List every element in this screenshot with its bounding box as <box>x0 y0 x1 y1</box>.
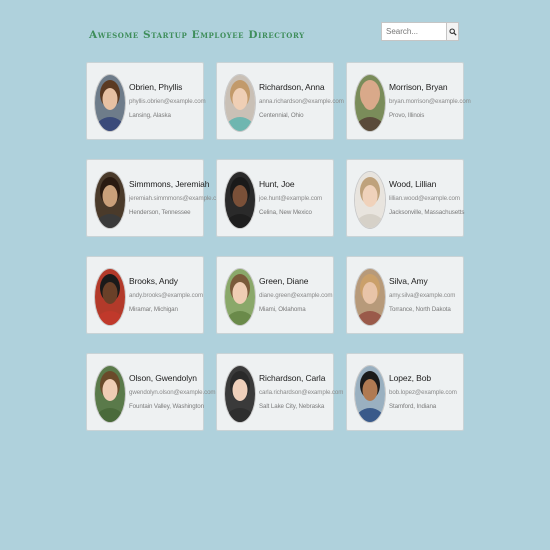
magnifier-icon <box>448 27 457 36</box>
employee-location: Centennial, Ohio <box>259 112 304 119</box>
employee-location: Stamford, Indiana <box>389 403 437 410</box>
employee-card[interactable]: Brooks, Andy andy.brooks@example.com Miram… <box>86 256 204 334</box>
employee-avatar <box>224 268 256 326</box>
employee-name: Silva, Amy <box>389 276 428 286</box>
employee-info: Olson, Gwendolyn gwendolyn.olson@example.… <box>129 373 216 411</box>
employee-info: Morrison, Bryan bryan.morrison@example.co… <box>389 82 471 120</box>
employee-card[interactable]: Lopez, Bob bob.lopez@example.com Stamford,… <box>346 353 464 431</box>
employee-grid: Obrien, Phyllis phyllis.obrien@example.co… <box>86 62 471 431</box>
employee-name: Morrison, Bryan <box>389 82 448 92</box>
employee-avatar <box>354 74 386 132</box>
employee-email: carla.richardson@example.com <box>259 389 344 396</box>
employee-card[interactable]: Olson, Gwendolyn gwendolyn.olson@example.… <box>86 353 216 431</box>
employee-info: Richardson, Anna anna.richardson@example.… <box>259 82 344 120</box>
employee-avatar <box>94 74 126 132</box>
employee-email: jeremiah.simmmons@example.com <box>129 195 225 202</box>
employee-location: Celina, New Mexico <box>259 209 312 216</box>
employee-card[interactable]: Obrien, Phyllis phyllis.obrien@example.co… <box>86 62 206 140</box>
employee-location: Henderson, Tennessee <box>129 209 191 216</box>
employee-card[interactable]: Simmmons, Jeremiah jeremiah.simmmons@exam… <box>86 159 225 237</box>
employee-email: amy.silva@example.com <box>389 292 456 299</box>
search-button[interactable] <box>447 22 459 41</box>
employee-card[interactable]: Silva, Amy amy.silva@example.com Torrance,… <box>346 256 464 334</box>
page-title: Awesome Startup Employee Directory <box>89 29 305 41</box>
employee-avatar <box>224 74 256 132</box>
employee-email: bryan.morrison@example.com <box>389 98 471 105</box>
employee-avatar <box>224 365 256 423</box>
employee-name: Simmmons, Jeremiah <box>129 179 210 189</box>
employee-info: Richardson, Carla carla.richardson@exampl… <box>259 373 344 411</box>
employee-location: Salt Lake City, Nebraska <box>259 403 325 410</box>
employee-card[interactable]: Green, Diane diane.green@example.com Miami… <box>216 256 334 334</box>
employee-email: lillian.wood@example.com <box>389 195 460 202</box>
employee-card[interactable]: Morrison, Bryan bryan.morrison@example.co… <box>346 62 471 140</box>
employee-avatar <box>354 268 386 326</box>
employee-avatar <box>354 365 386 423</box>
employee-email: bob.lopez@example.com <box>389 389 457 396</box>
employee-name: Brooks, Andy <box>129 276 178 286</box>
employee-card[interactable]: Richardson, Carla carla.richardson@exampl… <box>216 353 344 431</box>
employee-location: Jacksonville, Massachusetts <box>389 209 465 216</box>
employee-location: Torrance, North Dakota <box>389 306 451 313</box>
employee-info: Obrien, Phyllis phyllis.obrien@example.co… <box>129 82 206 120</box>
employee-name: Richardson, Anna <box>259 82 325 92</box>
employee-location: Lansing, Alaska <box>129 112 171 119</box>
employee-info: Silva, Amy amy.silva@example.com Torrance,… <box>389 276 461 314</box>
employee-email: phyllis.obrien@example.com <box>129 98 206 105</box>
employee-email: gwendolyn.olson@example.com <box>129 389 216 396</box>
employee-name: Richardson, Carla <box>259 373 326 383</box>
employee-location: Miramar, Michigan <box>129 306 178 313</box>
employee-email: diane.green@example.com <box>259 292 333 299</box>
employee-name: Obrien, Phyllis <box>129 82 183 92</box>
employee-info: Green, Diane diane.green@example.com Miami… <box>259 276 333 314</box>
employee-name: Wood, Lillian <box>389 179 437 189</box>
employee-email: joe.hunt@example.com <box>259 195 323 202</box>
employee-card[interactable]: Richardson, Anna anna.richardson@example.… <box>216 62 344 140</box>
employee-email: andy.brooks@example.com <box>129 292 204 299</box>
employee-info: Wood, Lillian lillian.wood@example.com Jac… <box>389 179 465 217</box>
search-form <box>381 22 459 41</box>
employee-location: Fountain Valley, Washington <box>129 403 204 410</box>
employee-location: Provo, Illinois <box>389 112 425 119</box>
employee-name: Green, Diane <box>259 276 309 286</box>
employee-avatar <box>94 171 126 229</box>
employee-name: Olson, Gwendolyn <box>129 373 197 383</box>
search-input[interactable] <box>381 22 447 41</box>
employee-info: Lopez, Bob bob.lopez@example.com Stamford,… <box>389 373 461 411</box>
employee-name: Lopez, Bob <box>389 373 432 383</box>
employee-name: Hunt, Joe <box>259 179 295 189</box>
directory-page: Awesome Startup Employee Directory Obrie… <box>0 0 550 550</box>
employee-info: Hunt, Joe joe.hunt@example.com Celina, New… <box>259 179 331 217</box>
employee-info: Brooks, Andy andy.brooks@example.com Miram… <box>129 276 204 314</box>
employee-card[interactable]: Hunt, Joe joe.hunt@example.com Celina, New… <box>216 159 334 237</box>
employee-avatar <box>224 171 256 229</box>
employee-avatar <box>354 171 386 229</box>
employee-avatar <box>94 268 126 326</box>
employee-card[interactable]: Wood, Lillian lillian.wood@example.com Jac… <box>346 159 464 237</box>
employee-email: anna.richardson@example.com <box>259 98 344 105</box>
employee-info: Simmmons, Jeremiah jeremiah.simmmons@exam… <box>129 179 225 217</box>
employee-location: Miami, Oklahoma <box>259 306 306 313</box>
employee-avatar <box>94 365 126 423</box>
